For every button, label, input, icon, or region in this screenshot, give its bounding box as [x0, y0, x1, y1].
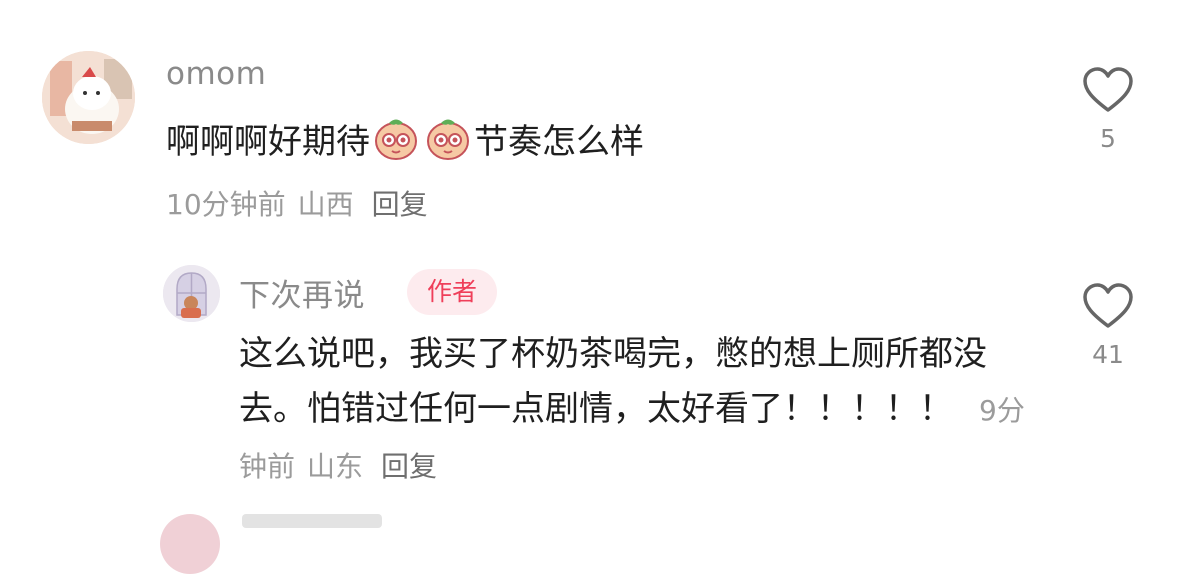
avatar[interactable]	[163, 265, 220, 322]
like-button[interactable]: 5	[1082, 66, 1134, 153]
comment-location: 山西	[297, 188, 354, 221]
reply-location: 山东	[307, 450, 364, 483]
avatar[interactable]	[160, 514, 220, 574]
comment-time: 10分钟前	[166, 188, 286, 221]
comment-username-placeholder	[242, 514, 382, 528]
peach-face-emoji-icon	[372, 114, 420, 162]
avatar-image	[163, 265, 220, 322]
reply-username[interactable]: 下次再说	[239, 270, 365, 315]
heart-outline-icon	[1083, 67, 1133, 112]
comment-username[interactable]: omom	[166, 56, 266, 92]
like-count: 41	[1092, 340, 1124, 369]
comment-meta: 10分钟前 山西 回复	[166, 183, 428, 223]
like-button[interactable]: 41	[1082, 282, 1134, 369]
reply-button[interactable]: 回复	[381, 450, 437, 483]
comment-text-part: 啊啊啊好期待	[166, 122, 370, 162]
peach-face-emoji-icon	[424, 114, 472, 162]
avatar-image	[42, 51, 135, 144]
reply-button[interactable]: 回复	[372, 188, 428, 221]
heart-outline-icon	[1083, 283, 1133, 328]
comment-text: 啊啊啊好期待 节奏怎么样	[166, 114, 644, 170]
comment-text-part: 节奏怎么样	[474, 122, 644, 162]
like-count: 5	[1100, 124, 1116, 153]
avatar[interactable]	[42, 51, 135, 144]
reply-text-body: 这么说吧，我买了杯奶茶喝完，憋的想上厕所都没去。怕错过任何一点剧情，太好看了！！…	[239, 334, 987, 429]
reply-text: 这么说吧，我买了杯奶茶喝完，憋的想上厕所都没去。怕错过任何一点剧情，太好看了！！…	[239, 327, 1029, 494]
author-badge: 作者	[407, 269, 497, 315]
